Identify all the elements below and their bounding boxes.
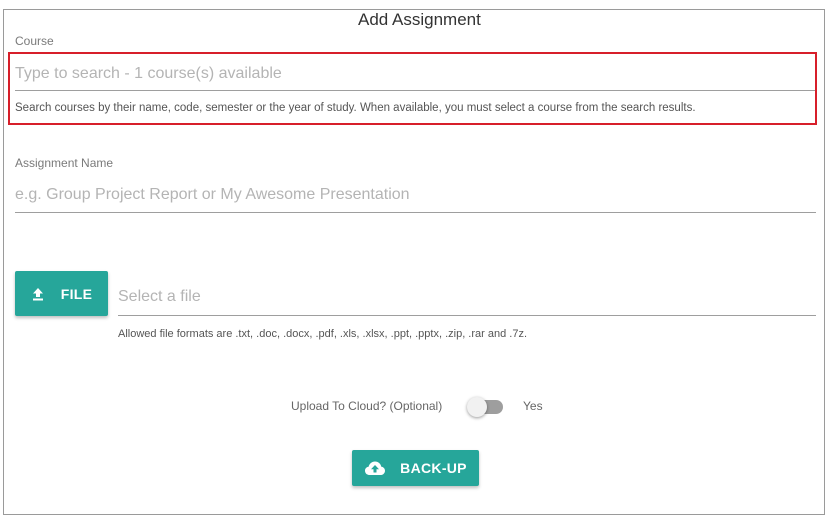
assignment-name-label: Assignment Name [15,156,114,170]
cloud-upload-icon [364,460,386,476]
upload-icon [31,287,45,301]
file-button-label: FILE [60,285,93,302]
switch-thumb [467,397,487,417]
upload-to-cloud-label: Upload To Cloud? (Optional) [291,399,443,413]
form-title: Add Assignment [354,10,485,30]
upload-to-cloud-switch[interactable] [467,397,505,417]
backup-button[interactable]: BACK-UP [352,450,479,486]
assignment-name-input[interactable] [15,178,816,213]
course-label: Course [15,34,54,48]
course-search-input[interactable] [15,58,816,91]
file-path-input[interactable] [118,279,816,316]
course-helper-text: Search courses by their name, code, seme… [15,102,696,114]
upload-to-cloud-yes-label: Yes [523,399,543,413]
file-formats-helper: Allowed file formats are .txt, .doc, .do… [118,328,527,340]
backup-button-label: BACK-UP [400,460,467,476]
file-button[interactable]: FILE [15,271,108,316]
